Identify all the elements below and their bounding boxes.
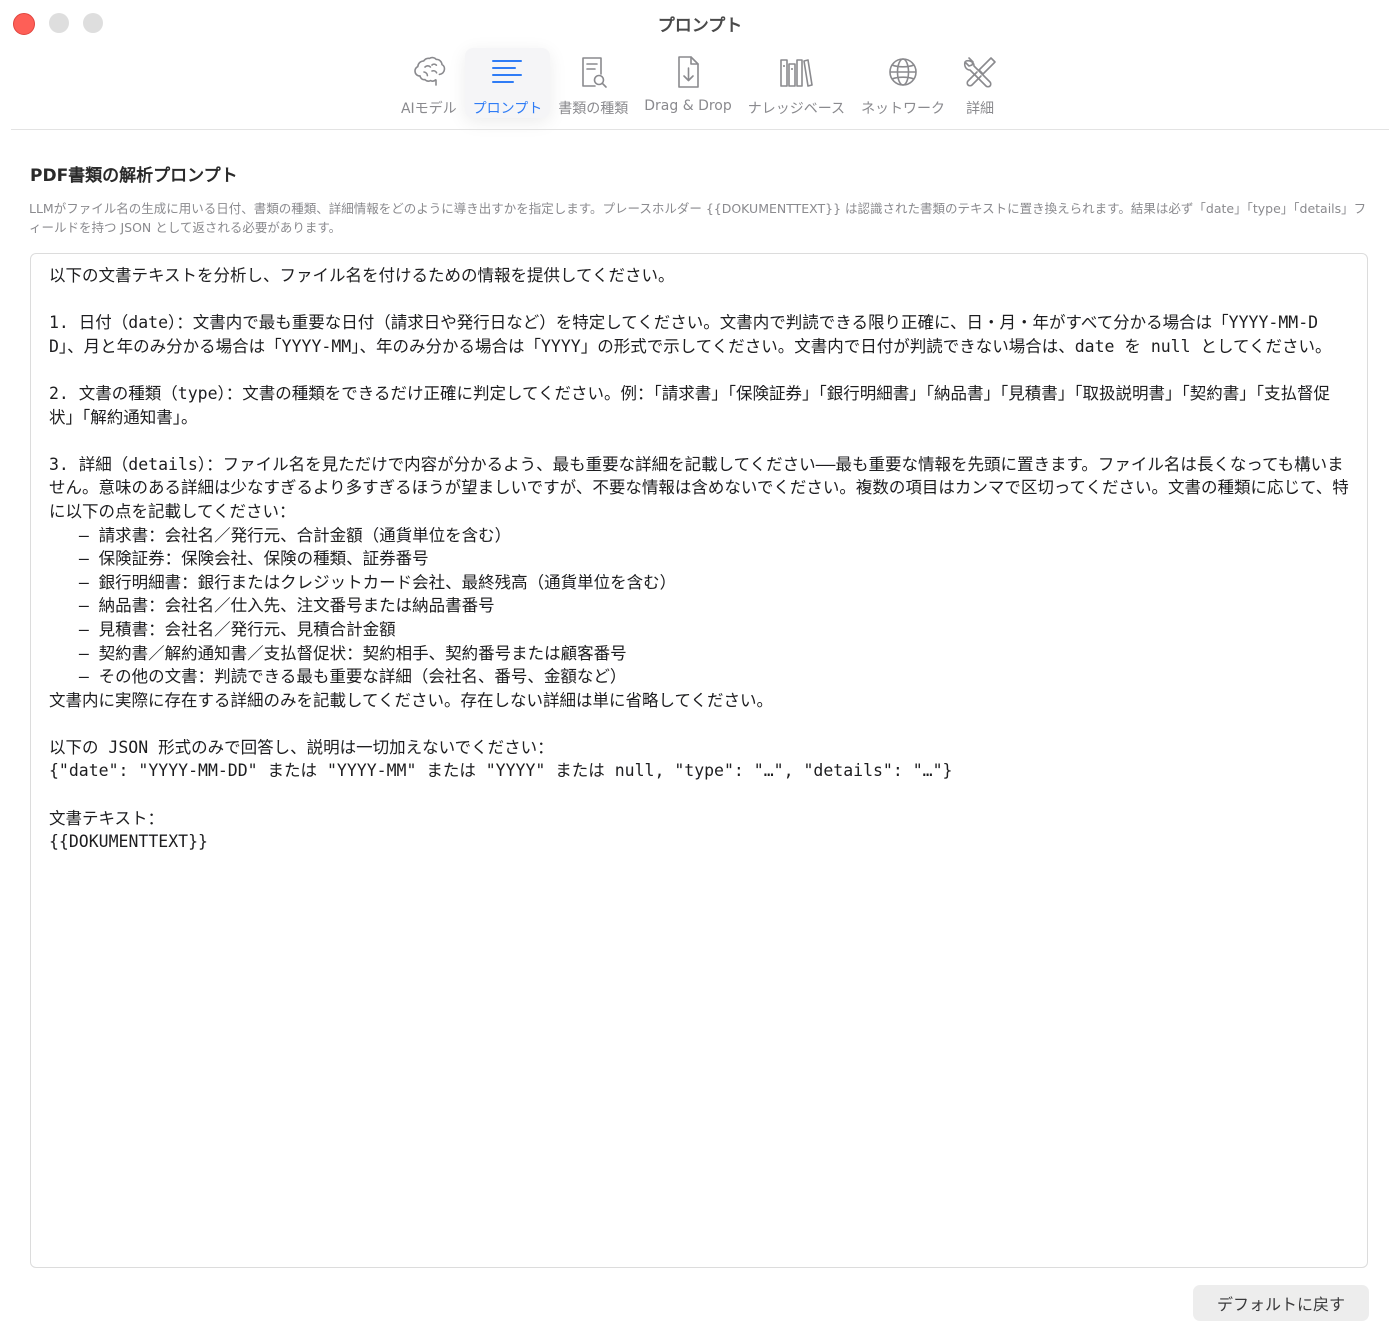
tab-label: ネットワーク xyxy=(861,101,946,117)
tab-label: ナレッジベース xyxy=(747,101,846,117)
tab-prompt[interactable]: プロンプト xyxy=(464,48,551,118)
toolbar-divider xyxy=(11,129,1389,130)
tab-label: AIモデル xyxy=(400,101,457,117)
tab-knowledge-base[interactable]: ナレッジベース xyxy=(740,48,853,118)
tab-label: プロンプト xyxy=(472,101,543,117)
section-title: PDF書類の解析プロンプト xyxy=(30,166,238,186)
section-description: LLMがファイル名の生成に用いる日付、書類の種類、詳細情報をどのように導き出すか… xyxy=(29,201,1367,235)
tab-document-types[interactable]: 書類の種類 xyxy=(550,48,636,118)
tab-network[interactable]: ネットワーク xyxy=(853,48,953,118)
window-title: プロンプト xyxy=(657,16,743,36)
document-search-icon xyxy=(574,54,612,94)
tab-advanced[interactable]: 詳細 xyxy=(953,48,1007,118)
document-download-icon xyxy=(669,54,707,94)
reset-to-default-button[interactable]: デフォルトに戻す xyxy=(1193,1285,1369,1321)
tab-drag-drop[interactable]: Drag & Drop xyxy=(636,48,740,118)
preferences-window: プロンプト AIモデル プロンプト 書類の種類 Drag & Drop ナレッジ… xyxy=(0,0,1400,1338)
tools-icon xyxy=(961,54,999,94)
tab-label: 詳細 xyxy=(966,101,995,117)
tab-label: Drag & Drop xyxy=(644,98,732,114)
globe-icon xyxy=(884,54,922,94)
prompt-text[interactable]: 以下の文書テキストを分析し、ファイル名を付けるための情報を提供してください。 1… xyxy=(49,264,1349,854)
brain-icon xyxy=(410,54,448,94)
tab-ai-model[interactable]: AIモデル xyxy=(393,48,465,118)
books-icon xyxy=(777,54,815,94)
preferences-toolbar: AIモデル プロンプト 書類の種類 Drag & Drop ナレッジベース ネッ… xyxy=(0,48,1400,120)
text-lines-icon xyxy=(488,54,526,94)
prompt-editor[interactable]: 以下の文書テキストを分析し、ファイル名を付けるための情報を提供してください。 1… xyxy=(30,253,1368,1268)
tab-label: 書類の種類 xyxy=(558,101,629,117)
